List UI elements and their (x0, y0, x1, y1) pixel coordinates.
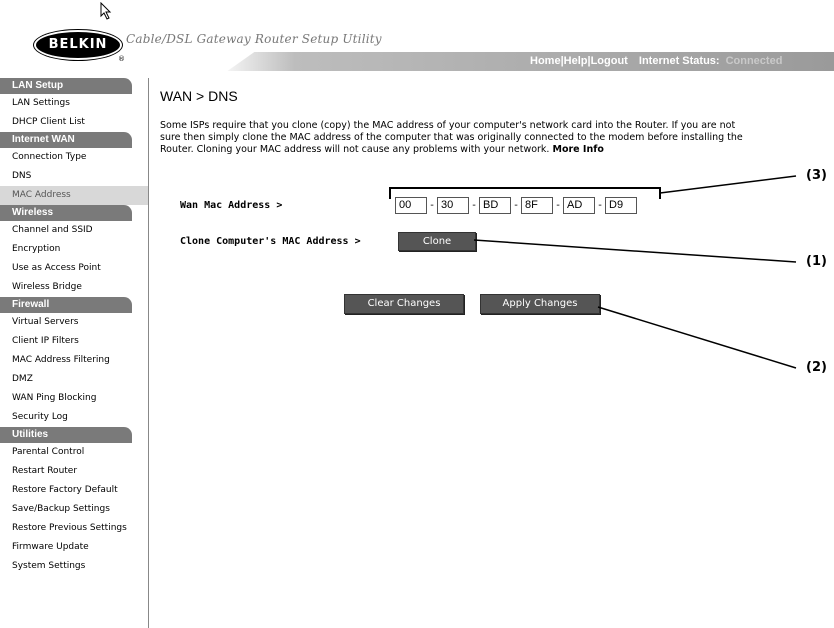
callout-2-label: (2) (806, 360, 827, 375)
callout-1-label: (1) (806, 254, 827, 269)
callout-3-line (659, 175, 797, 194)
callout-3-label: (3) (806, 168, 827, 183)
callout-lines (389, 175, 797, 369)
callout-1-line (473, 239, 797, 263)
callout-2-line (597, 306, 797, 369)
callout-3-bracket (389, 187, 661, 199)
